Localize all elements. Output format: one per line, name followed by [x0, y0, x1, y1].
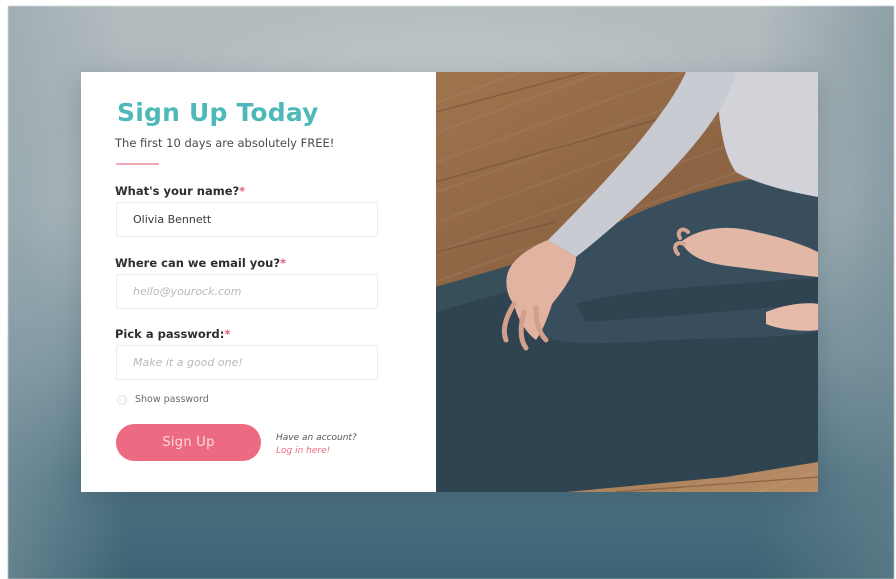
required-mark: * [239, 184, 246, 198]
signup-card: Sign Up Today The first 10 days are abso… [81, 72, 818, 492]
password-input[interactable] [116, 345, 378, 380]
login-link[interactable]: Log in here! [276, 445, 357, 458]
upper-body [716, 72, 818, 197]
show-password-label: Show password [135, 394, 209, 405]
show-password-toggle[interactable]: Show password [117, 394, 209, 405]
name-input[interactable] [116, 202, 378, 237]
signup-form: Sign Up Today The first 10 days are abso… [81, 72, 436, 492]
password-label: Pick a password:* [115, 327, 230, 341]
login-prompt: Have an account? [276, 433, 357, 443]
yoga-illustration [436, 72, 818, 492]
yoga-meditation-photo [436, 72, 818, 492]
form-title: Sign Up Today [117, 98, 319, 127]
login-prompt-block: Have an account? Log in here! [276, 432, 357, 458]
form-subtitle: The first 10 days are absolutely FREE! [115, 136, 335, 150]
required-mark: * [280, 256, 287, 270]
email-input[interactable] [116, 274, 378, 309]
show-password-checkbox[interactable] [117, 394, 127, 405]
email-label-text: Where can we email you? [115, 256, 281, 270]
name-label: What's your name?* [115, 184, 245, 198]
sign-up-button[interactable]: Sign Up [116, 424, 261, 461]
name-label-text: What's your name? [115, 184, 240, 198]
required-mark: * [224, 327, 231, 341]
title-divider [116, 163, 159, 165]
password-label-text: Pick a password: [115, 327, 225, 341]
screen: Sign Up Today The first 10 days are abso… [0, 0, 896, 579]
email-label: Where can we email you?* [115, 256, 286, 270]
